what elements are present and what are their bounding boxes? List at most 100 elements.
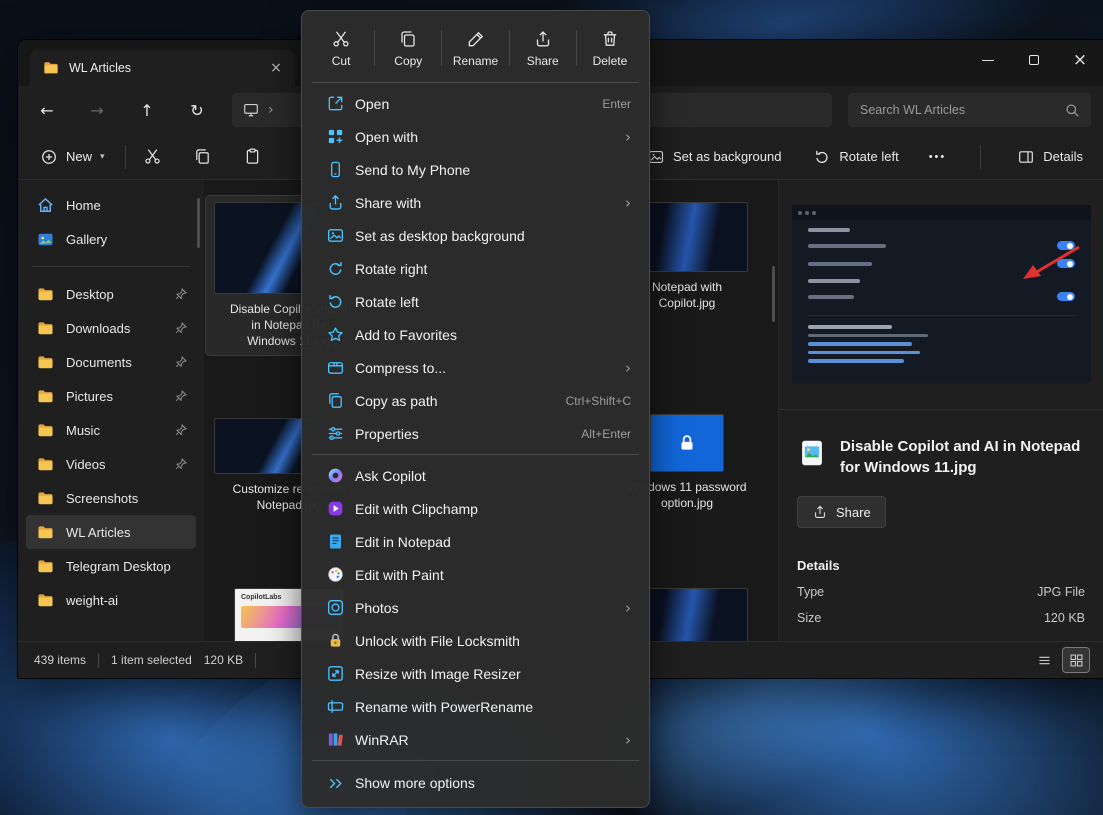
menu-item-photos[interactable]: Photos › [306, 591, 645, 624]
rotate-right-icon [326, 259, 348, 279]
detail-row-size: Size120 KB [779, 599, 1103, 625]
paste-icon [243, 147, 262, 166]
context-menu: Cut Copy Rename Share Delete Open Enter … [301, 10, 650, 808]
sidebar-item-home[interactable]: Home [26, 188, 196, 222]
breadcrumb-chevron-icon: › [268, 102, 274, 118]
file-grid-scrollbar[interactable] [772, 266, 775, 322]
chevron-right-icon: › [625, 599, 631, 617]
sidebar-item-wl-articles[interactable]: WL Articles [26, 515, 196, 549]
paste-button[interactable] [236, 141, 270, 173]
search-box[interactable] [848, 93, 1091, 127]
photos-icon [326, 598, 348, 618]
sidebar-item-downloads[interactable]: Downloads [26, 311, 196, 345]
resizer-icon [326, 664, 348, 684]
copy-button[interactable]: Copy [375, 18, 441, 78]
forward-button[interactable]: → [80, 94, 114, 126]
selection-count: 1 item selected [111, 653, 192, 667]
copilot-icon [326, 466, 348, 486]
cut-button[interactable] [136, 141, 170, 173]
sidebar-item-documents[interactable]: Documents [26, 345, 196, 379]
sidebar-item-pictures[interactable]: Pictures [26, 379, 196, 413]
file-thumbnail [650, 414, 724, 472]
menu-item-ask-copilot[interactable]: Ask Copilot [306, 459, 645, 492]
pin-icon [174, 457, 188, 471]
this-pc-icon [242, 101, 260, 119]
menu-item-open-with[interactable]: Open with › [306, 120, 645, 153]
up-button[interactable]: ↑ [130, 94, 164, 126]
home-icon [36, 196, 55, 215]
menu-item-compress-to[interactable]: Compress to... › [306, 351, 645, 384]
cut-icon [143, 147, 162, 166]
menu-item-copy-as-path[interactable]: Copy as path Ctrl+Shift+C [306, 384, 645, 417]
maximize-button[interactable] [1011, 40, 1057, 80]
share-with-icon [326, 193, 348, 213]
annotation-arrow [1001, 241, 1085, 293]
folder-icon [36, 387, 55, 406]
details-pane: Disable Copilot and AI in Notepad for Wi… [778, 180, 1103, 641]
copy-button[interactable] [186, 141, 220, 173]
menu-item-add-to-favorites[interactable]: Add to Favorites [306, 318, 645, 351]
share-button[interactable]: Share [510, 18, 576, 78]
sidebar-item-music[interactable]: Music [26, 413, 196, 447]
compress-icon [326, 358, 348, 378]
sidebar-item-desktop[interactable]: Desktop [26, 277, 196, 311]
more-options-button[interactable]: ••• [925, 151, 951, 163]
menu-item-show-more-options[interactable]: Show more options [306, 765, 645, 801]
menu-item-rename-with-powerrename[interactable]: Rename with PowerRename [306, 690, 645, 723]
copy-icon [398, 29, 418, 49]
rename-icon [466, 29, 486, 49]
sidebar-item-telegram-desktop[interactable]: Telegram Desktop [26, 549, 196, 583]
quick-actions-bar: Cut Copy Rename Share Delete [302, 16, 649, 78]
menu-item-set-as-desktop-background[interactable]: Set as desktop background [306, 219, 645, 252]
back-button[interactable]: ← [30, 94, 64, 126]
menu-item-send-to-my-phone[interactable]: Send to My Phone [306, 153, 645, 186]
rename-button[interactable]: Rename [442, 18, 508, 78]
refresh-button[interactable]: ↻ [180, 94, 214, 126]
sidebar-scrollbar[interactable] [197, 198, 200, 248]
menu-item-rotate-left[interactable]: Rotate left [306, 285, 645, 318]
sidebar-item-screenshots[interactable]: Screenshots [26, 481, 196, 515]
menu-item-unlock-with-file-locksmith[interactable]: Unlock with File Locksmith [306, 624, 645, 657]
menu-item-edit-with-clipchamp[interactable]: Edit with Clipchamp [306, 492, 645, 525]
share-button[interactable]: Share [797, 496, 886, 528]
details-pane-icon [1017, 148, 1035, 166]
new-button[interactable]: New ▾ [30, 142, 115, 172]
window-controls: — × [965, 40, 1103, 80]
list-view-button[interactable] [1031, 648, 1057, 672]
image-file-icon [797, 438, 827, 468]
menu-item-resize-with-image-resizer[interactable]: Resize with Image Resizer [306, 657, 645, 690]
search-input[interactable] [860, 103, 1064, 117]
minimize-button[interactable]: — [965, 40, 1011, 80]
phone-icon [326, 160, 348, 180]
maximize-icon [1029, 55, 1039, 65]
menu-item-rotate-right[interactable]: Rotate right [306, 252, 645, 285]
set-as-background-button[interactable]: Set as background [641, 143, 787, 171]
menu-item-edit-in-notepad[interactable]: Edit in Notepad [306, 525, 645, 558]
share-icon [812, 504, 828, 520]
sidebar-item-gallery[interactable]: Gallery [26, 222, 196, 256]
menu-item-winrar[interactable]: WinRAR › [306, 723, 645, 756]
tab-wl-articles[interactable]: WL Articles × [30, 50, 295, 86]
notepad-icon [326, 532, 348, 552]
open-icon [326, 94, 348, 114]
close-button[interactable]: × [1057, 40, 1103, 80]
menu-item-edit-with-paint[interactable]: Edit with Paint [306, 558, 645, 591]
preview-filename: Disable Copilot and AI in Notepad for Wi… [840, 436, 1085, 478]
copy-icon [193, 147, 212, 166]
delete-button[interactable]: Delete [577, 18, 643, 78]
sidebar-item-weight-ai[interactable]: weight-ai [26, 583, 196, 617]
sidebar-item-videos[interactable]: Videos [26, 447, 196, 481]
thumbnail-view-button[interactable] [1063, 648, 1089, 672]
tab-close-button[interactable]: × [267, 59, 285, 77]
rotate-left-button[interactable]: Rotate left [807, 143, 904, 171]
copy-path-icon [326, 391, 348, 411]
folder-icon [36, 319, 55, 338]
details-pane-button[interactable]: Details [1011, 143, 1089, 171]
menu-item-open[interactable]: Open Enter [306, 87, 645, 120]
cut-button[interactable]: Cut [308, 18, 374, 78]
menu-item-properties[interactable]: Properties Alt+Enter [306, 417, 645, 450]
menu-item-share-with[interactable]: Share with › [306, 186, 645, 219]
selection-size: 120 KB [204, 653, 243, 667]
sidebar-separator [32, 266, 190, 267]
winrar-icon [326, 730, 348, 750]
